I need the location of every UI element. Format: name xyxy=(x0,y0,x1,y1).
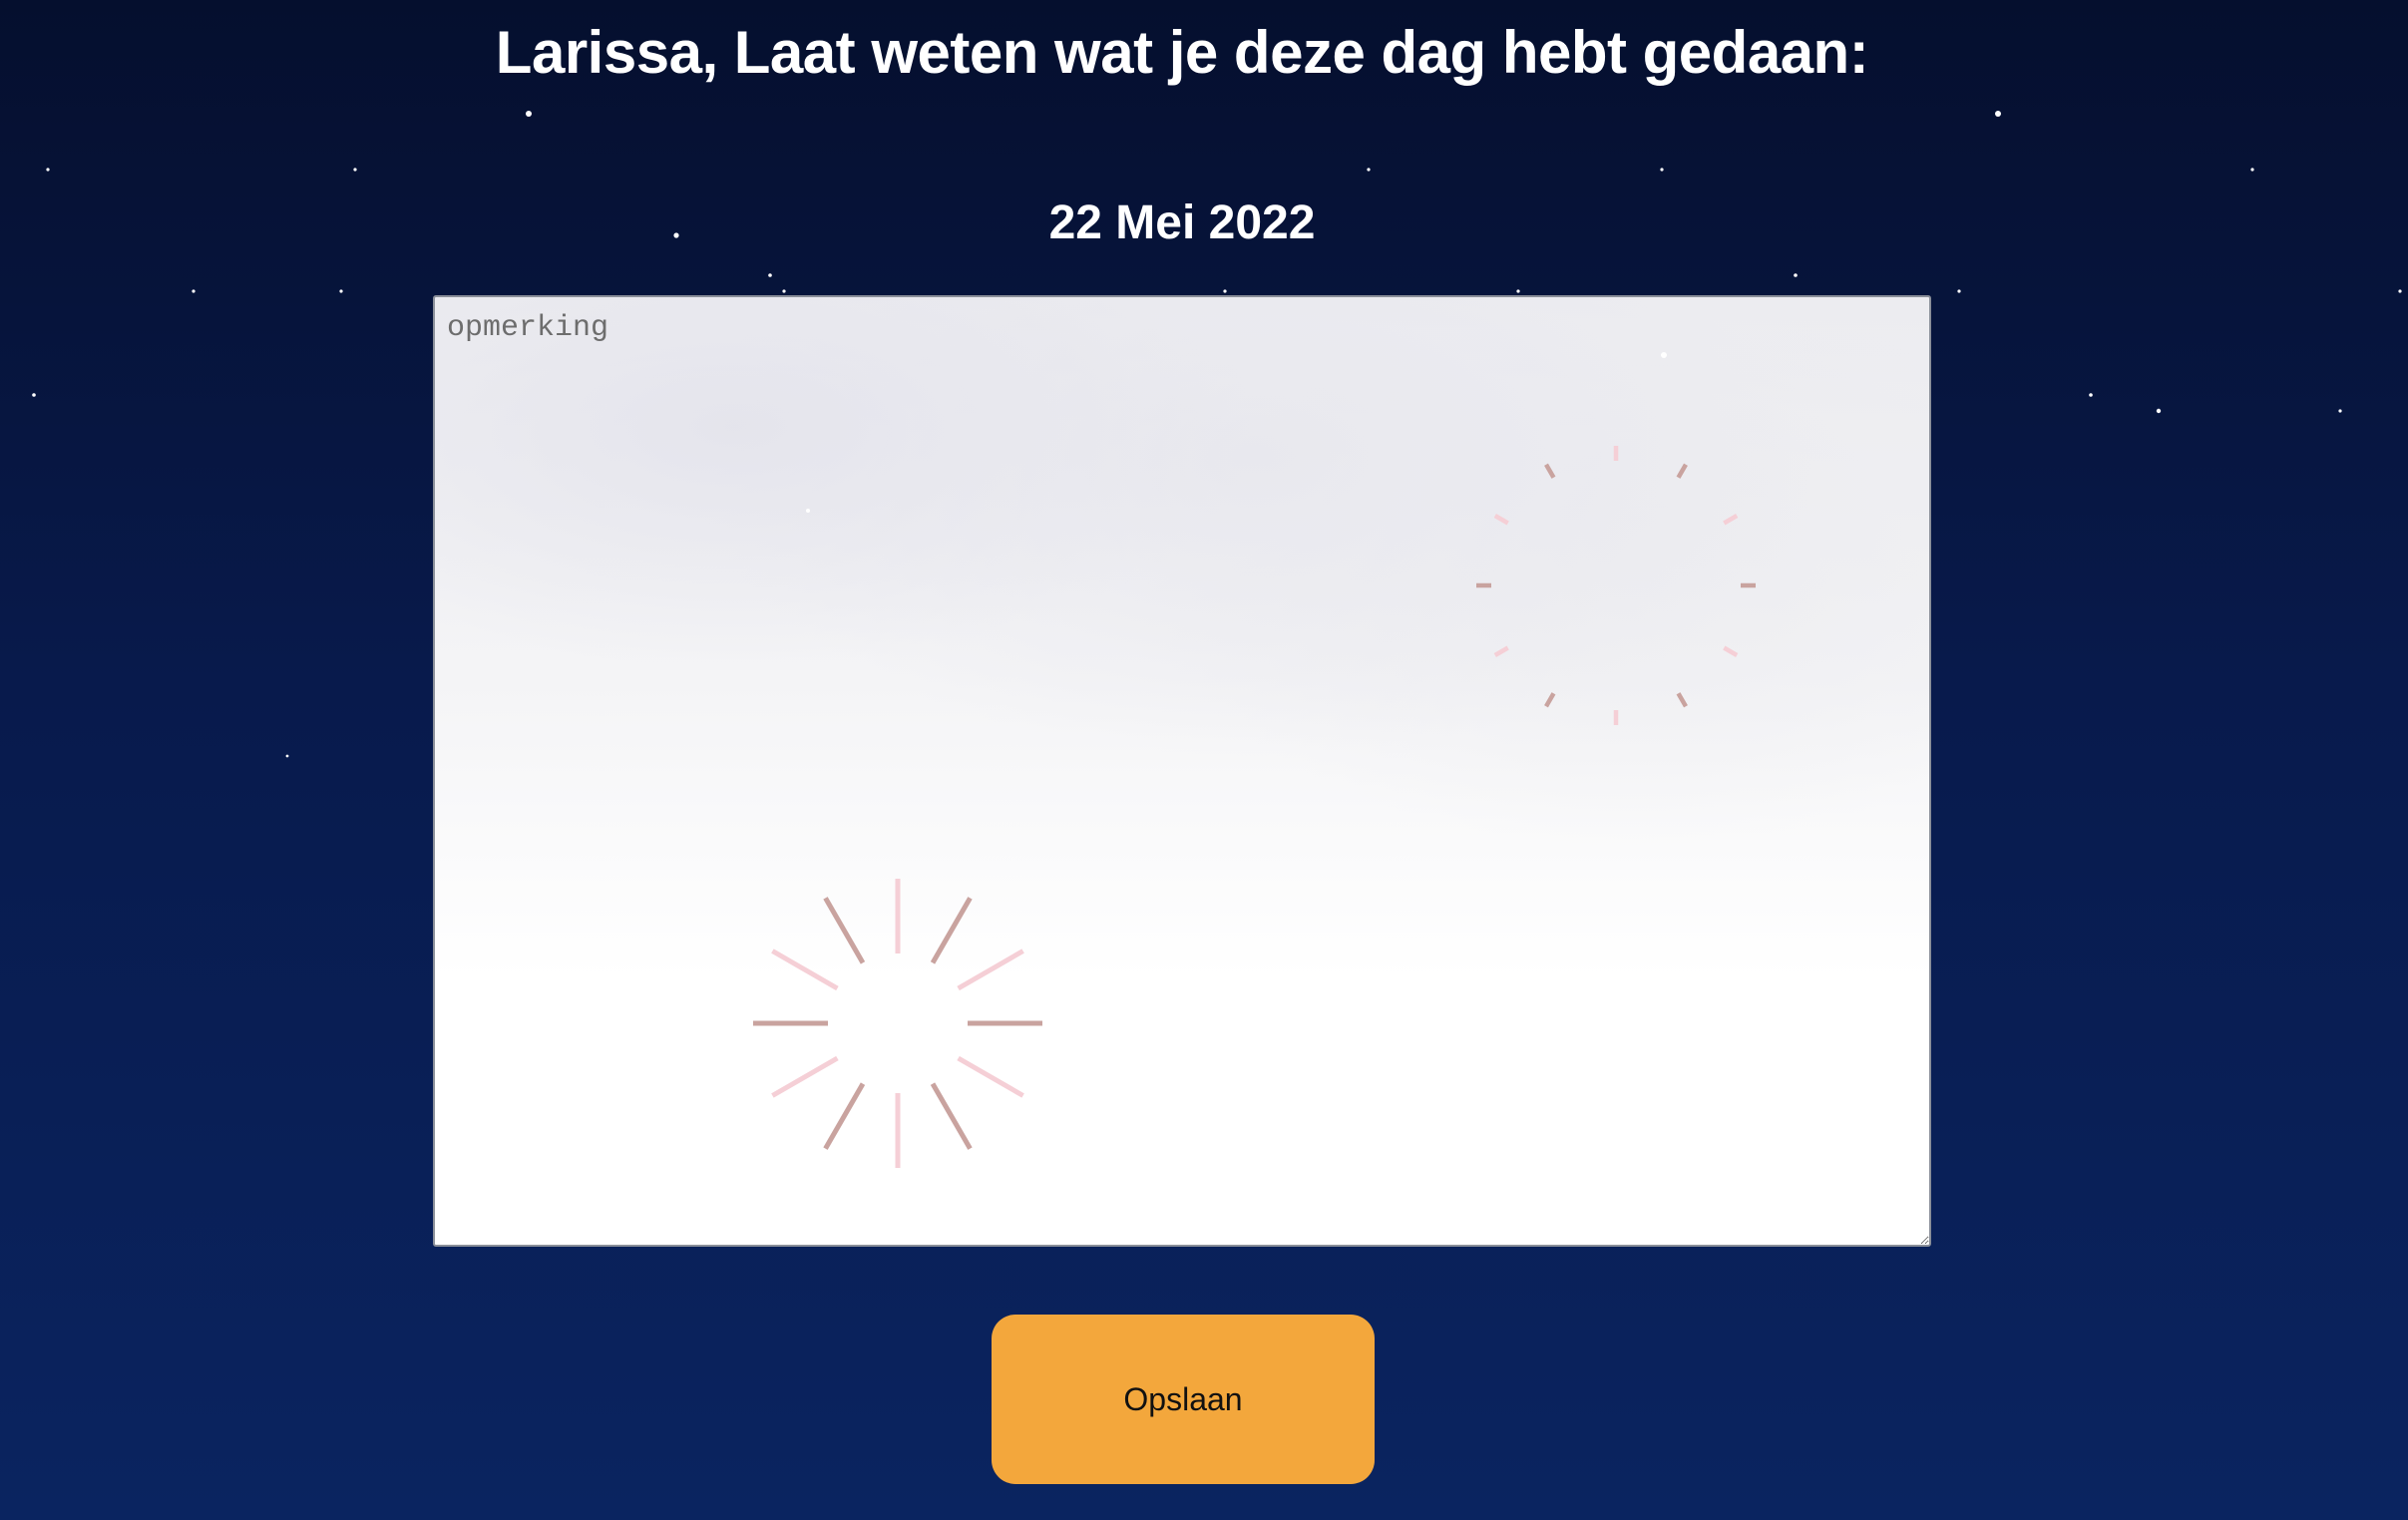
note-container xyxy=(433,295,1931,1247)
star xyxy=(339,289,343,293)
star xyxy=(768,273,772,277)
star xyxy=(2398,289,2402,293)
star xyxy=(2089,393,2093,397)
note-textarea[interactable] xyxy=(433,295,1931,1247)
star xyxy=(1660,168,1664,172)
star xyxy=(32,393,36,397)
star xyxy=(46,168,50,172)
star xyxy=(1367,168,1371,172)
star xyxy=(1223,289,1227,293)
star xyxy=(353,168,357,172)
star xyxy=(192,289,196,293)
save-button[interactable]: Opslaan xyxy=(992,1315,1375,1484)
star xyxy=(1794,273,1798,277)
page-title: Larissa, Laat weten wat je deze dag hebt… xyxy=(495,19,1869,86)
star xyxy=(2338,409,2342,413)
star xyxy=(1957,289,1961,293)
star xyxy=(526,111,532,117)
date-heading: 22 Mei 2022 xyxy=(1048,196,1316,249)
star xyxy=(285,754,289,758)
star xyxy=(1516,289,1520,293)
star xyxy=(1995,111,2001,117)
star xyxy=(782,289,786,293)
star xyxy=(2156,408,2162,414)
star xyxy=(2250,168,2254,172)
